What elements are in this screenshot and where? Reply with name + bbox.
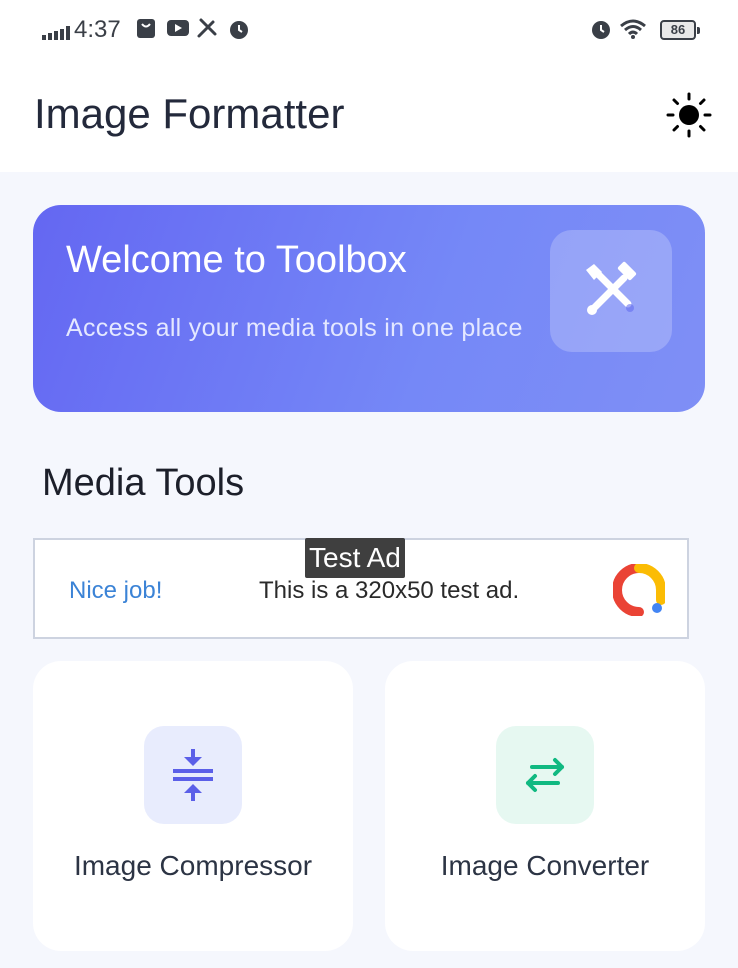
app-title: Image Formatter (34, 90, 345, 137)
battery-icon: 86 (660, 20, 700, 40)
wifi-icon (620, 19, 646, 39)
status-bar: 4:37 86 (0, 0, 738, 60)
banner-title: Welcome to Toolbox (66, 239, 407, 281)
banner-tools-box (550, 230, 672, 352)
sun-icon[interactable] (666, 92, 712, 138)
swap-icon-box (496, 726, 594, 824)
tool-card-image-converter[interactable]: Image Converter (385, 661, 705, 951)
section-title: Media Tools (42, 462, 245, 504)
tool-card-image-compressor[interactable]: Image Compressor (33, 661, 353, 951)
compress-icon-box (144, 726, 242, 824)
ad-cta[interactable]: Nice job! (69, 577, 162, 605)
tools-icon (586, 261, 637, 315)
youtube-icon (167, 20, 189, 36)
status-time: 4:37 (74, 16, 121, 43)
bag-icon (137, 19, 155, 38)
alarm-icon (230, 21, 248, 39)
welcome-banner: Welcome to Toolbox Access all your media… (33, 205, 705, 412)
signal-icon (42, 26, 70, 40)
test-ad-badge: Test Ad (305, 538, 405, 578)
app-bar: Image Formatter (0, 60, 738, 172)
tool-label: Image Converter (440, 850, 650, 881)
alarm-icon (592, 21, 610, 39)
compress-icon (173, 749, 213, 801)
swap-arrows-icon (526, 758, 564, 792)
ad-logo-icon (613, 564, 665, 616)
banner-subtitle: Access all your media tools in one place (66, 314, 523, 342)
tools-icon (197, 18, 217, 38)
ad-text: This is a 320x50 test ad. (259, 577, 520, 604)
tool-label: Image Compressor (73, 850, 313, 881)
